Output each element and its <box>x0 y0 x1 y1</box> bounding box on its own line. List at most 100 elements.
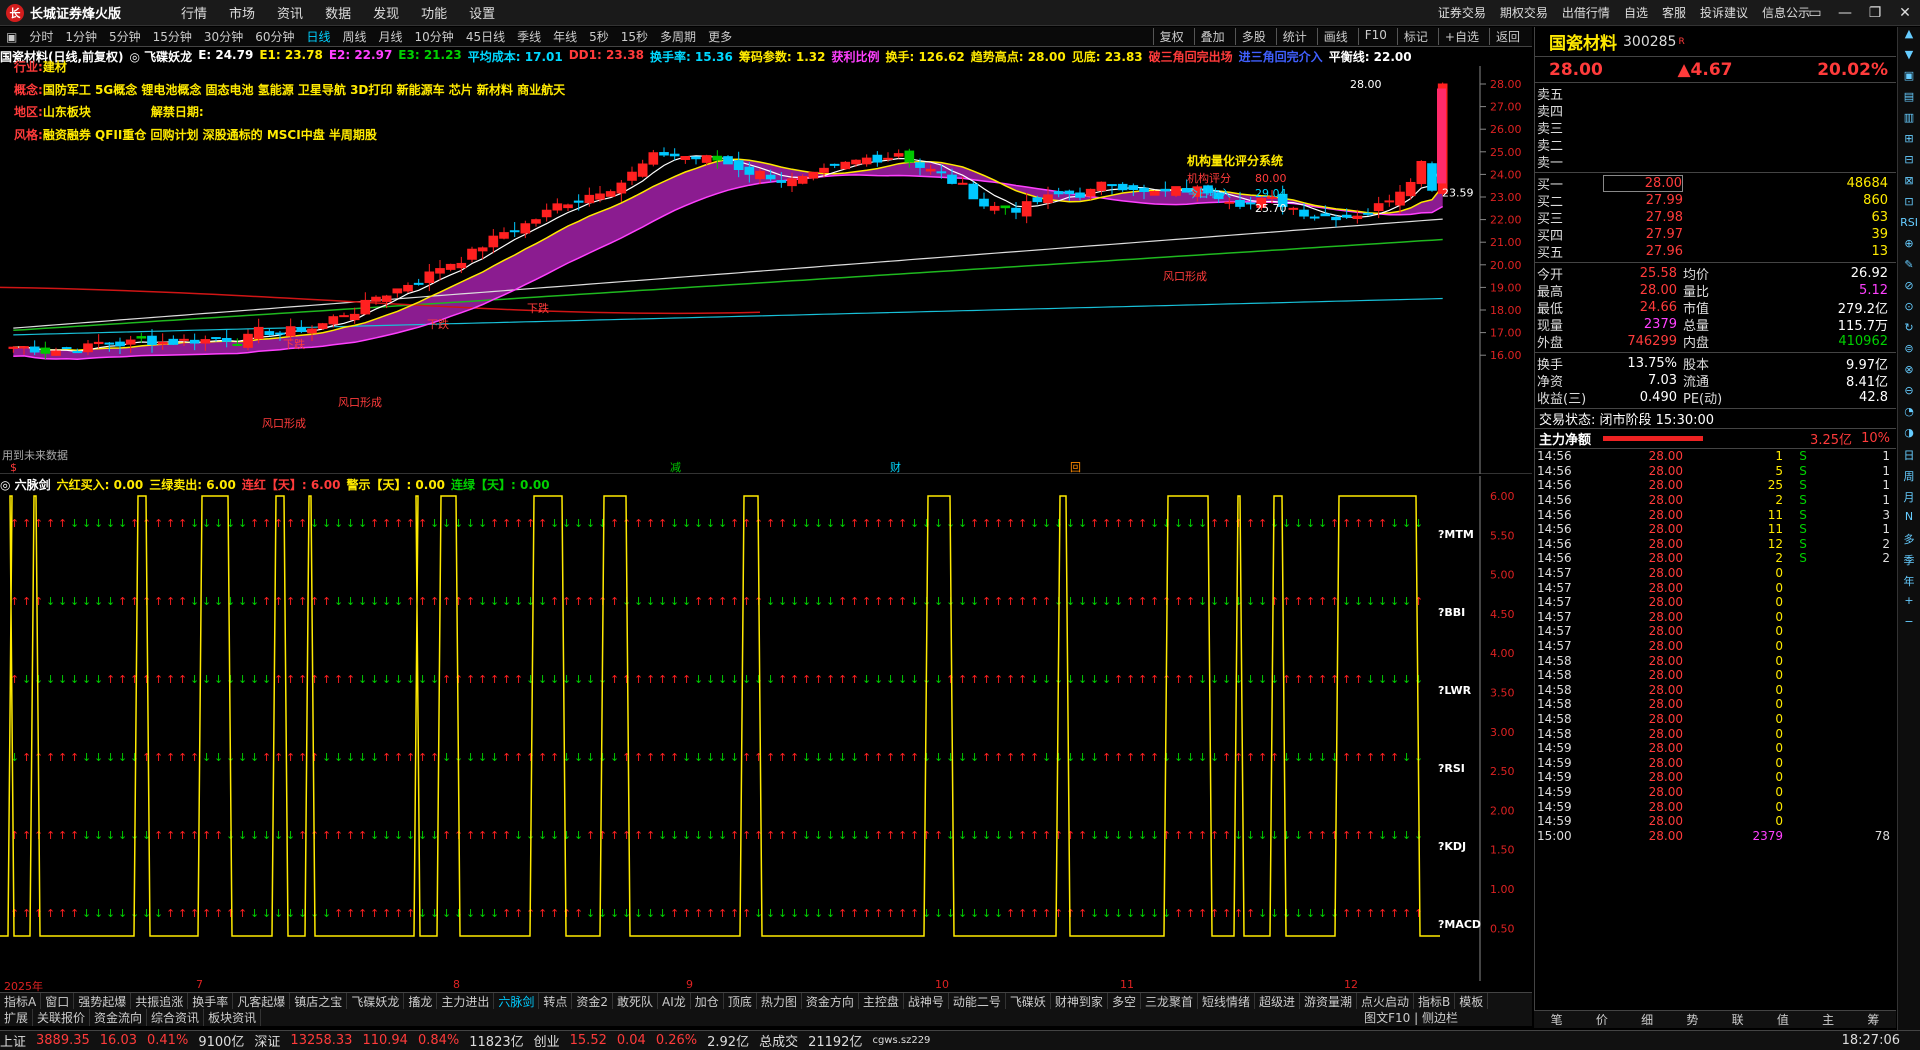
side-tool-icon-20[interactable]: 日 <box>1898 447 1920 468</box>
close-icon[interactable]: ✕ <box>1890 5 1920 21</box>
quote-tab-7[interactable]: 筹 <box>1851 1011 1896 1028</box>
period-tab-3[interactable]: 15分钟 <box>153 28 192 45</box>
indicator-tab-13[interactable]: 敢死队 <box>613 993 659 1009</box>
indicator-tab-29[interactable]: 点火启动 <box>1357 993 1415 1009</box>
side-tool-icon-17[interactable]: ⊖ <box>1898 384 1920 405</box>
chart-tool-5[interactable]: F10 <box>1357 28 1387 45</box>
period-tab-0[interactable]: 分时 <box>29 28 53 45</box>
period-tab-15[interactable]: 多周期 <box>660 28 696 45</box>
right-menu-item-1[interactable]: 期权交易 <box>1500 4 1548 21</box>
restore-icon[interactable]: ❐ <box>1860 5 1890 21</box>
right-menu-item-5[interactable]: 投诉建议 <box>1700 4 1748 21</box>
period-tab-10[interactable]: 45日线 <box>466 28 505 45</box>
side-tool-icon-3[interactable]: ▤ <box>1898 90 1920 111</box>
ext-tab-3[interactable]: 综合资讯 <box>147 1009 205 1026</box>
indicator-tab-2[interactable]: 强势起爆 <box>74 993 132 1009</box>
chart-tool-8[interactable]: 返回 <box>1488 28 1520 45</box>
side-tool-icon-13[interactable]: ⊙ <box>1898 300 1920 321</box>
side-tool-icon-8[interactable]: ⊡ <box>1898 195 1920 216</box>
quote-tab-3[interactable]: 势 <box>1670 1011 1715 1028</box>
quote-tab-6[interactable]: 主 <box>1806 1011 1851 1028</box>
indicator-tab-14[interactable]: AI龙 <box>658 993 691 1009</box>
quote-tab-4[interactable]: 联 <box>1715 1011 1760 1028</box>
period-tab-14[interactable]: 15秒 <box>621 28 648 45</box>
indicator-tab-26[interactable]: 短线情绪 <box>1198 993 1255 1009</box>
side-tool-icon-27[interactable]: + <box>1898 594 1920 615</box>
side-tool-icon-0[interactable]: ▲ <box>1898 27 1920 48</box>
indicator-tab-24[interactable]: 多空 <box>1108 993 1141 1009</box>
right-menu-item-4[interactable]: 客服 <box>1662 4 1686 21</box>
side-tool-icon-12[interactable]: ⊘ <box>1898 279 1920 300</box>
indicator-tab-16[interactable]: 顶底 <box>724 993 757 1009</box>
indicator-tab-8[interactable]: 搐龙 <box>404 993 438 1009</box>
period-tab-12[interactable]: 年线 <box>553 28 577 45</box>
side-tool-icon-24[interactable]: 多 <box>1898 531 1920 552</box>
indicator-tab-3[interactable]: 共振追涨 <box>131 993 189 1009</box>
indicator-tab-11[interactable]: 转点 <box>539 993 573 1009</box>
period-tab-5[interactable]: 60分钟 <box>255 28 294 45</box>
indicator-tab-10[interactable]: 六脉剑 <box>494 993 540 1009</box>
side-tool-icon-21[interactable]: 周 <box>1898 468 1920 489</box>
side-tool-icon-16[interactable]: ⊗ <box>1898 363 1920 384</box>
chart-tool-0[interactable]: 复权 <box>1152 28 1184 45</box>
period-tab-2[interactable]: 5分钟 <box>109 28 141 45</box>
indicator-tab-25[interactable]: 三龙聚首 <box>1141 993 1198 1009</box>
indicator-chart[interactable]: 6.00 5.50 5.00 4.50 4.00 3.50 3.00 2.50 2.00 1.50… <box>0 476 1532 981</box>
ext-tab-4[interactable]: 板块资讯 <box>204 1009 262 1026</box>
period-tab-9[interactable]: 10分钟 <box>415 28 454 45</box>
ext-tab-0[interactable]: 扩展 <box>0 1009 34 1026</box>
chart-tool-1[interactable]: 叠加 <box>1193 28 1225 45</box>
stock-name[interactable]: 国瓷材料 <box>1549 29 1617 54</box>
side-tool-icon-11[interactable]: ✎ <box>1898 258 1920 279</box>
period-tab-11[interactable]: 季线 <box>517 28 541 45</box>
side-tool-icon-19[interactable]: ◑ <box>1898 426 1920 447</box>
menu-item-5[interactable]: 功能 <box>421 7 447 22</box>
side-tool-icon-28[interactable]: − <box>1898 615 1920 636</box>
chart-tool-3[interactable]: 统计 <box>1275 28 1307 45</box>
right-menu-item-0[interactable]: 证券交易 <box>1438 4 1486 21</box>
side-tool-icon-2[interactable]: ▣ <box>1898 69 1920 90</box>
menu-item-1[interactable]: 市场 <box>229 7 255 22</box>
side-tool-icon-18[interactable]: ◔ <box>1898 405 1920 426</box>
indicator-tab-31[interactable]: 模板 <box>1455 993 1489 1009</box>
f10-sidebar-tabs[interactable]: 图文F10 | 侧边栏 <box>1360 1009 1462 1026</box>
period-tab-4[interactable]: 30分钟 <box>204 28 243 45</box>
kline-chart[interactable]: 28.00 27.00 26.00 25.00 24.00 23.00 22.00 21.00… <box>0 66 1532 474</box>
period-tab-8[interactable]: 月线 <box>379 28 403 45</box>
side-tool-icon-23[interactable]: N <box>1898 510 1920 531</box>
indicator-tab-15[interactable]: 加仓 <box>691 993 724 1009</box>
side-tool-icon-26[interactable]: 年 <box>1898 573 1920 594</box>
side-tool-icon-10[interactable]: ⊕ <box>1898 237 1920 258</box>
quote-tab-2[interactable]: 细 <box>1625 1011 1670 1028</box>
chart-tool-2[interactable]: 多股 <box>1234 28 1266 45</box>
chart-tool-6[interactable]: 标记 <box>1396 28 1428 45</box>
menu-item-6[interactable]: 设置 <box>469 7 495 22</box>
indicator-tab-27[interactable]: 超级进 <box>1255 993 1300 1009</box>
chart-tool-4[interactable]: 画线 <box>1316 28 1348 45</box>
ext-tab-1[interactable]: 关联报价 <box>33 1009 91 1026</box>
tick-list[interactable]: 14:56 28.00 1 S 1 14:56 28.00 5 S 1 14:56 28.00 25 S 1… <box>1535 449 1896 843</box>
ext-tab-2[interactable]: 资金流向 <box>90 1009 148 1026</box>
indicator-tab-4[interactable]: 换手率 <box>188 993 234 1009</box>
indicator-tab-1[interactable]: 窗口 <box>41 993 75 1009</box>
indicator-tab-7[interactable]: 飞碟妖龙 <box>347 993 405 1009</box>
period-tab-1[interactable]: 1分钟 <box>65 28 97 45</box>
side-tool-icon-1[interactable]: ▼ <box>1898 48 1920 69</box>
menu-item-3[interactable]: 数据 <box>325 7 351 22</box>
side-tool-icon-25[interactable]: 季 <box>1898 552 1920 573</box>
side-tool-icon-22[interactable]: 月 <box>1898 489 1920 510</box>
right-menu-item-2[interactable]: 出借行情 <box>1562 4 1610 21</box>
indicator-tab-12[interactable]: 资金2 <box>572 993 614 1009</box>
period-tab-16[interactable]: 更多 <box>708 28 732 45</box>
side-tool-icon-4[interactable]: ▥ <box>1898 111 1920 132</box>
side-tool-icon-5[interactable]: ⊞ <box>1898 132 1920 153</box>
indicator-tab-18[interactable]: 资金方向 <box>802 993 859 1009</box>
indicator-tab-17[interactable]: 热力图 <box>757 993 802 1009</box>
indicator-tab-19[interactable]: 主控盘 <box>859 993 904 1009</box>
side-tool-icon-15[interactable]: ⊜ <box>1898 342 1920 363</box>
period-tab-7[interactable]: 周线 <box>343 28 367 45</box>
indicator-tab-30[interactable]: 指标B <box>1414 993 1456 1009</box>
menu-item-0[interactable]: 行情 <box>181 7 207 22</box>
side-tool-icon-9[interactable]: RSI <box>1898 216 1920 237</box>
quote-tab-0[interactable]: 笔 <box>1534 1011 1579 1028</box>
